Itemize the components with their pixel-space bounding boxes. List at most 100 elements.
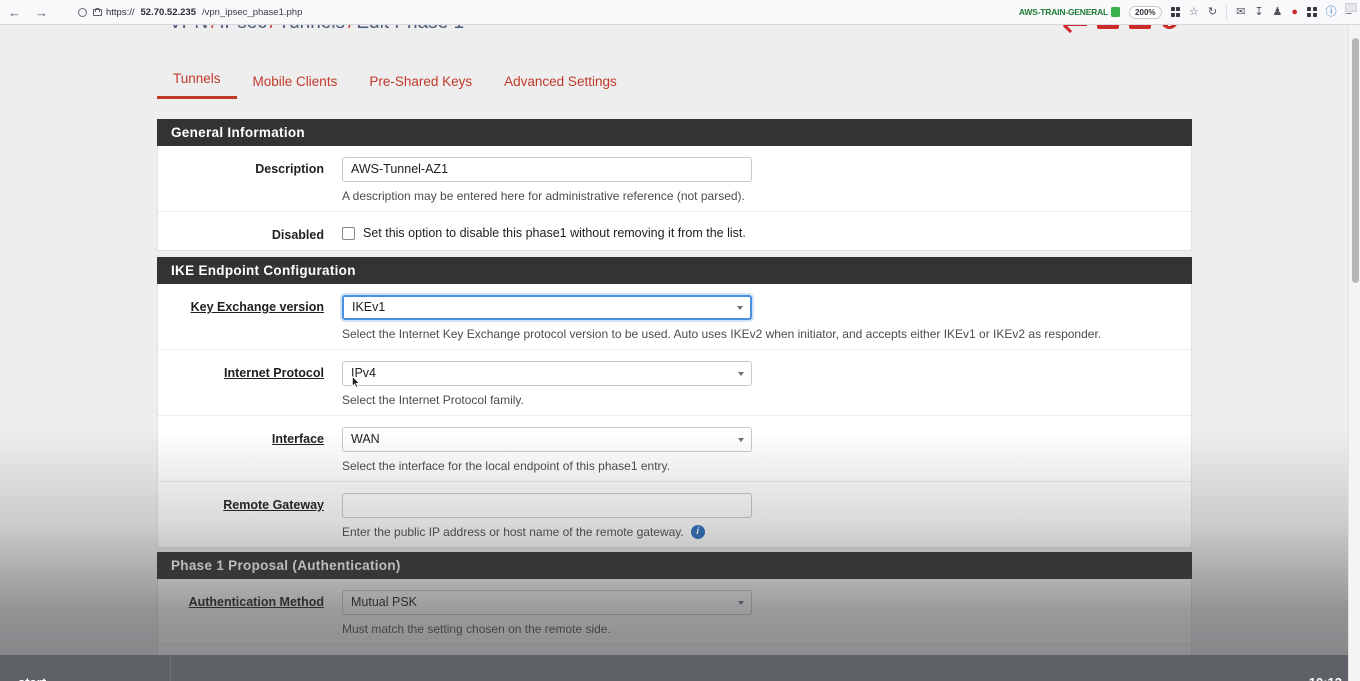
field-label-internet-protocol[interactable]: Internet Protocol bbox=[158, 361, 342, 380]
zoom-level-badge[interactable]: 200% bbox=[1129, 5, 1162, 19]
info-circle-icon[interactable]: ⓘ bbox=[1326, 6, 1337, 18]
console-icon[interactable] bbox=[1129, 25, 1151, 29]
interface-select[interactable]: WAN bbox=[342, 427, 752, 452]
field-help-text: Select the Internet Key Exchange protoco… bbox=[342, 320, 1177, 341]
help-text: Must match the setting chosen on the rem… bbox=[342, 622, 611, 636]
field-row-authentication-method: Authentication Method Mutual PSK Must ma… bbox=[158, 579, 1191, 644]
field-label-remote-gateway[interactable]: Remote Gateway bbox=[158, 493, 342, 512]
field-label-interface[interactable]: Interface bbox=[158, 427, 342, 446]
disabled-checkbox-row[interactable]: Set this option to disable this phase1 w… bbox=[342, 223, 1177, 240]
shield-alert-icon[interactable] bbox=[1161, 25, 1178, 29]
section-title: IKE Endpoint Configuration bbox=[171, 263, 356, 278]
help-text: Select the Internet Protocol family. bbox=[342, 393, 524, 407]
section-ike-endpoint-configuration: IKE Endpoint Configuration Key Exchange … bbox=[157, 257, 1192, 548]
account-icon[interactable]: ♟ bbox=[1273, 6, 1283, 18]
section-body: Key Exchange version IKEv1 Select the In… bbox=[157, 284, 1192, 548]
page-scrollbar[interactable] bbox=[1348, 25, 1360, 681]
section-title: General Information bbox=[171, 125, 305, 140]
field-label-authentication-method[interactable]: Authentication Method bbox=[158, 590, 342, 609]
url-path: /vpn_ipsec_phase1.php bbox=[202, 6, 303, 18]
toolbar-divider bbox=[1226, 4, 1228, 20]
scrollbar-thumb[interactable] bbox=[1351, 38, 1359, 283]
authentication-method-select[interactable]: Mutual PSK bbox=[342, 590, 752, 615]
field-help-text: Select the interface for the local endpo… bbox=[342, 452, 1177, 473]
field-control: IPv4 Select the Internet Protocol family… bbox=[342, 361, 1191, 407]
remote-gateway-input[interactable] bbox=[342, 493, 752, 518]
tab-pre-shared-keys[interactable]: Pre-Shared Keys bbox=[353, 66, 488, 99]
field-control: Set this option to disable this phase1 w… bbox=[342, 223, 1191, 240]
apps-grid-icon[interactable] bbox=[1307, 7, 1317, 17]
help-text: Select the Internet Key Exchange protoco… bbox=[342, 327, 1102, 341]
url-scheme: https:// bbox=[106, 6, 135, 18]
collapse-arrow-icon[interactable] bbox=[1065, 25, 1087, 29]
internet-protocol-select[interactable]: IPv4 bbox=[342, 361, 752, 386]
breadcrumb: VPN/IPsec/Tunnels/Edit Phase 1 bbox=[169, 25, 464, 34]
section-header: Phase 1 Proposal (Authentication) bbox=[157, 552, 1192, 579]
section-body: Description AWS-Tunnel-AZ1 A description… bbox=[157, 146, 1192, 251]
field-row-description: Description AWS-Tunnel-AZ1 A description… bbox=[158, 146, 1191, 211]
tab-tunnels[interactable]: Tunnels bbox=[157, 63, 237, 99]
taskbar-start-label[interactable]: start bbox=[18, 675, 46, 681]
keyboard-icon[interactable] bbox=[1097, 25, 1119, 29]
page-header-icons bbox=[1065, 25, 1178, 29]
taskbar-clock: 10:12 bbox=[1309, 675, 1342, 681]
ipsec-tab-bar: Tunnels Mobile Clients Pre-Shared Keys A… bbox=[157, 63, 1192, 99]
browser-toolbar-right: AWS-TRAIN-GENERAL 200% ☆ ↻ ✉ ↧ ♟ ● ⓘ ≡ bbox=[1019, 4, 1360, 20]
url-host: 52.70.52.235 bbox=[140, 6, 196, 18]
info-circle-icon[interactable]: i bbox=[690, 525, 705, 539]
chrome-overflow-button[interactable] bbox=[1345, 3, 1357, 12]
breadcrumb-item-ipsec[interactable]: IPsec bbox=[219, 25, 267, 33]
breadcrumb-separator: / bbox=[208, 25, 219, 33]
download-icon[interactable]: ↧ bbox=[1254, 6, 1263, 18]
mouse-cursor bbox=[352, 376, 360, 388]
disabled-checkbox[interactable] bbox=[342, 226, 355, 240]
field-control: AWS-Tunnel-AZ1 A description may be ente… bbox=[342, 157, 1191, 203]
tab-advanced-settings[interactable]: Advanced Settings bbox=[488, 66, 633, 99]
breadcrumb-item-vpn[interactable]: VPN bbox=[169, 25, 208, 33]
lock-icon bbox=[93, 8, 102, 16]
browser-toolbar: ← → https:// 52.70.52.235/vpn_ipsec_phase… bbox=[0, 0, 1360, 25]
taskbar: start 10:12 bbox=[0, 655, 1360, 681]
help-text: A description may be entered here for ad… bbox=[342, 189, 745, 203]
breadcrumb-separator: / bbox=[345, 25, 356, 33]
help-text: Select the interface for the local endpo… bbox=[342, 459, 670, 473]
field-help-text: Enter the public IP address or host name… bbox=[342, 518, 1177, 539]
field-control: Enter the public IP address or host name… bbox=[342, 493, 1191, 539]
help-text: Enter the public IP address or host name… bbox=[342, 525, 684, 539]
breadcrumb-item-edit-phase-1: Edit Phase 1 bbox=[356, 25, 464, 33]
field-control: WAN Select the interface for the local e… bbox=[342, 427, 1191, 473]
back-arrow-icon[interactable]: ← bbox=[8, 6, 21, 19]
shield-alert-icon[interactable]: ● bbox=[1291, 6, 1298, 18]
key-exchange-version-select[interactable]: IKEv1 bbox=[342, 295, 752, 320]
star-icon[interactable]: ☆ bbox=[1189, 6, 1199, 18]
address-bar[interactable]: https:// 52.70.52.235/vpn_ipsec_phase1.ph… bbox=[70, 4, 310, 21]
extensions-grid-icon[interactable] bbox=[1170, 7, 1181, 17]
field-label-key-exchange-version[interactable]: Key Exchange version bbox=[158, 295, 342, 314]
description-input[interactable]: AWS-Tunnel-AZ1 bbox=[342, 157, 752, 182]
mail-icon[interactable]: ✉ bbox=[1236, 6, 1245, 18]
profile-container-label[interactable]: AWS-TRAIN-GENERAL bbox=[1019, 7, 1121, 17]
breadcrumb-strip: VPN/IPsec/Tunnels/Edit Phase 1 bbox=[157, 25, 1192, 47]
disabled-checkbox-label: Set this option to disable this phase1 w… bbox=[363, 226, 746, 240]
tab-label: Advanced Settings bbox=[504, 74, 617, 89]
breadcrumb-item-tunnels[interactable]: Tunnels bbox=[278, 25, 345, 33]
tab-mobile-clients[interactable]: Mobile Clients bbox=[237, 66, 354, 99]
section-title: Phase 1 Proposal (Authentication) bbox=[171, 558, 401, 573]
tab-label: Pre-Shared Keys bbox=[369, 74, 473, 89]
field-help-text: Select the Internet Protocol family. bbox=[342, 386, 1177, 407]
chevron-down-icon bbox=[738, 600, 744, 605]
section-header: IKE Endpoint Configuration bbox=[157, 257, 1192, 284]
page-viewport: VPN/IPsec/Tunnels/Edit Phase 1 Tunnels M… bbox=[0, 25, 1348, 681]
field-label-disabled: Disabled bbox=[271, 228, 324, 242]
field-row-disabled: Disabled Set this option to disable this… bbox=[158, 211, 1191, 250]
tab-label: Mobile Clients bbox=[252, 74, 338, 89]
field-row-key-exchange-version: Key Exchange version IKEv1 Select the In… bbox=[158, 284, 1191, 349]
field-label-description: Description bbox=[255, 162, 324, 176]
reload-icon[interactable]: ↻ bbox=[1208, 6, 1217, 18]
field-row-remote-gateway: Remote Gateway Enter the public IP addre… bbox=[158, 481, 1191, 547]
section-header: General Information bbox=[157, 119, 1192, 146]
select-value: Mutual PSK bbox=[351, 595, 418, 609]
forward-arrow-icon[interactable]: → bbox=[35, 6, 48, 19]
field-control: Mutual PSK Must match the setting chosen… bbox=[342, 590, 1191, 636]
select-value: WAN bbox=[351, 432, 380, 446]
